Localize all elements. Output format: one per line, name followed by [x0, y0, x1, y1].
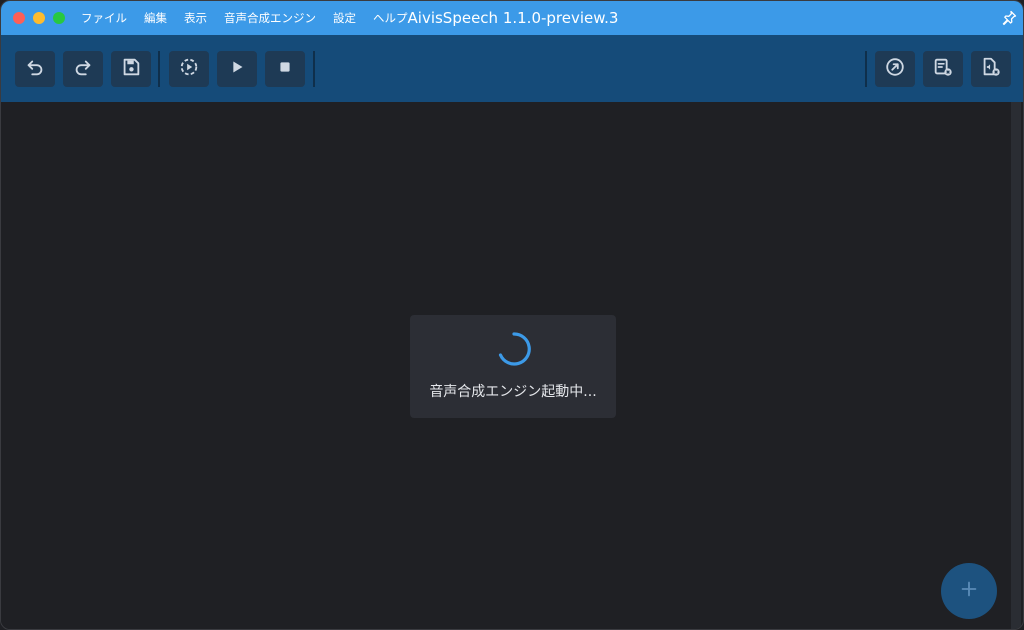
loading-dialog: 音声合成エンジン起動中... — [410, 315, 616, 418]
export-audio-file-button[interactable] — [971, 51, 1011, 87]
play-continuous-button[interactable] — [169, 51, 209, 87]
maximize-window-button[interactable] — [53, 12, 65, 24]
export-audio-button[interactable] — [875, 51, 915, 87]
play-continuous-icon — [178, 56, 200, 82]
menu-file[interactable]: ファイル — [81, 10, 127, 26]
toolbar — [1, 35, 1023, 102]
menu-engine[interactable]: 音声合成エンジン — [224, 10, 316, 26]
stop-icon — [274, 56, 296, 82]
save-button[interactable] — [111, 51, 151, 87]
toolbar-divider — [313, 51, 315, 87]
play-icon — [226, 56, 248, 82]
export-text-button[interactable] — [923, 51, 963, 87]
save-icon — [120, 56, 142, 82]
play-button[interactable] — [217, 51, 257, 87]
redo-icon — [72, 56, 94, 82]
menu-view[interactable]: 表示 — [184, 10, 207, 26]
export-audio-file-icon — [980, 56, 1002, 82]
add-text-button[interactable] — [941, 563, 997, 619]
export-text-icon — [932, 56, 954, 82]
plus-icon — [958, 578, 980, 604]
undo-button[interactable] — [15, 51, 55, 87]
main-content: 音声合成エンジン起動中... — [1, 102, 1023, 629]
stop-button[interactable] — [265, 51, 305, 87]
menu-edit[interactable]: 編集 — [144, 10, 167, 26]
toolbar-divider — [158, 51, 160, 87]
menu-settings[interactable]: 設定 — [333, 10, 356, 26]
export-audio-icon — [884, 56, 906, 82]
minimize-window-button[interactable] — [33, 12, 45, 24]
loading-message: 音声合成エンジン起動中... — [429, 384, 597, 400]
loading-spinner-icon — [496, 331, 532, 367]
menu-bar: ファイル 編集 表示 音声合成エンジン 設定 ヘルプ — [81, 1, 425, 35]
menu-help[interactable]: ヘルプ — [373, 10, 408, 26]
undo-icon — [24, 56, 46, 82]
title-bar: ファイル 編集 表示 音声合成エンジン 設定 ヘルプ AivisSpeech 1… — [1, 1, 1023, 35]
app-window: ファイル 編集 表示 音声合成エンジン 設定 ヘルプ AivisSpeech 1… — [0, 0, 1024, 630]
close-window-button[interactable] — [13, 12, 25, 24]
scrollbar[interactable] — [1011, 102, 1021, 629]
toolbar-divider — [865, 51, 867, 87]
pin-icon[interactable] — [1001, 10, 1017, 26]
redo-button[interactable] — [63, 51, 103, 87]
